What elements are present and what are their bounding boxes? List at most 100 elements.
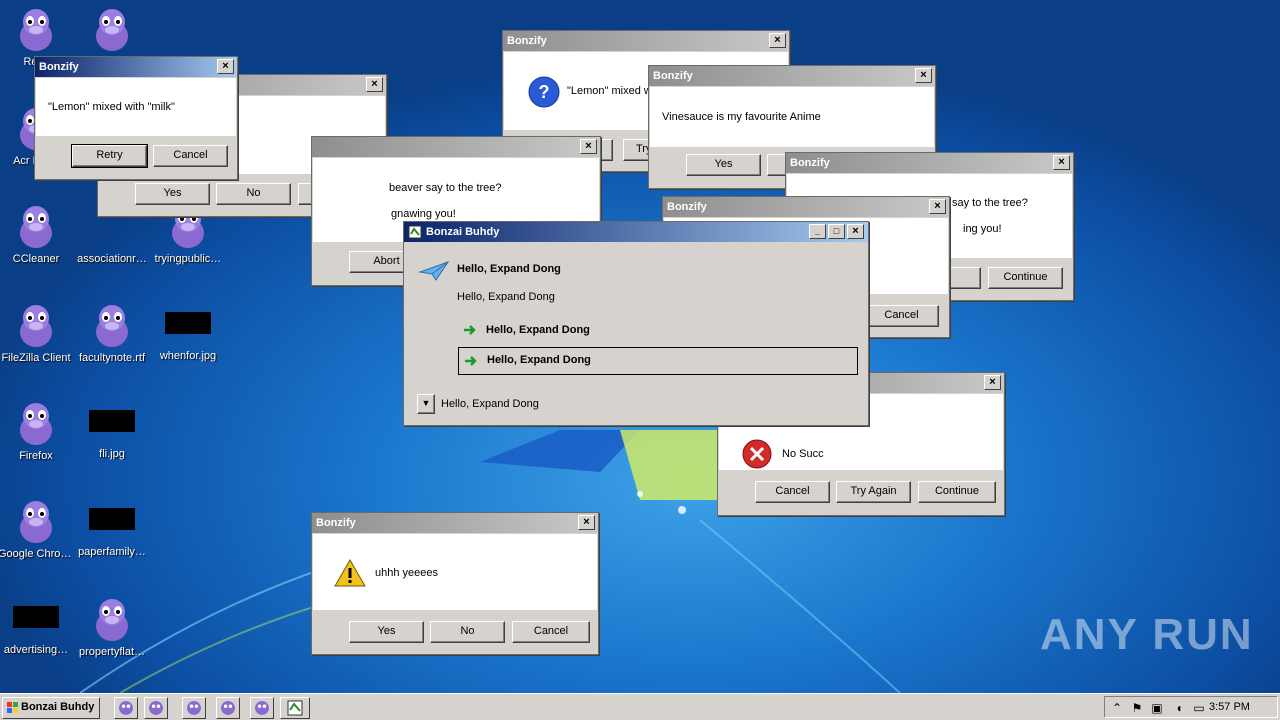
bonzi-icon xyxy=(187,701,201,715)
desktop-icon[interactable]: advertising… xyxy=(0,596,74,656)
bonzi-taskbar-button[interactable] xyxy=(216,697,240,719)
desktop-icon[interactable]: facultynote.rtf xyxy=(74,302,150,364)
cancel-button[interactable]: Cancel xyxy=(512,621,590,643)
dialog-title: Bonzify xyxy=(503,31,789,51)
start-button[interactable]: Bonzai Buhdy xyxy=(2,697,100,719)
bonzi-buddy-icon xyxy=(96,9,128,51)
taskbar: Bonzai Buhdy ⌃ ⚑ ▣ ◖ ▭ 3:57 PM xyxy=(0,693,1280,720)
desktop-icon[interactable]: whenfor.jpg xyxy=(150,302,226,362)
dialog-message-1: say to the tree? xyxy=(952,197,1028,209)
bonzi-taskbar-button[interactable] xyxy=(114,697,138,719)
desktop-icon[interactable]: Google Chrome xyxy=(0,498,74,560)
dialog-message: "Lemon" mixed w xyxy=(567,85,652,97)
command-link-1[interactable]: Hello, Expand Dong xyxy=(459,318,857,342)
dialog-title: Bonzify xyxy=(35,57,237,77)
close-button[interactable]: × xyxy=(217,59,234,74)
maximize-button[interactable]: □ xyxy=(828,224,845,239)
no-button[interactable]: No xyxy=(430,621,505,643)
close-button[interactable]: × xyxy=(366,77,383,92)
retry-button[interactable]: Retry xyxy=(71,144,148,168)
svg-text:?: ? xyxy=(539,82,550,102)
desktop-icon[interactable]: propertyflat… xyxy=(74,596,150,658)
try-again-button[interactable]: Try Again xyxy=(836,481,911,503)
bonzi-icon xyxy=(119,701,133,715)
yes-button[interactable]: Yes xyxy=(349,621,424,643)
close-button[interactable]: × xyxy=(847,224,864,239)
desktop-icon[interactable]: Firefox xyxy=(0,400,74,462)
app-icon xyxy=(408,225,422,239)
dialog-message-2: ing you! xyxy=(963,223,1002,235)
cancel-button[interactable]: Cancel xyxy=(153,145,228,167)
app-icon xyxy=(287,700,303,716)
bonzify-dialog-lemon: Bonzify × "Lemon" mixed with "milk" Retr… xyxy=(34,56,238,180)
desktop-icon[interactable]: paperfamily… xyxy=(74,498,150,558)
anyrun-watermark: ANY RUN xyxy=(1040,610,1254,659)
dialog-message-2: gnawing you! xyxy=(391,208,456,220)
dialog-title: Bonzify xyxy=(649,66,935,86)
bonzi-buddy-icon xyxy=(20,9,52,51)
yes-button[interactable]: Yes xyxy=(686,154,761,176)
continue-button[interactable]: Continue xyxy=(988,267,1063,289)
clock[interactable]: 3:57 PM xyxy=(1209,701,1250,713)
dialog-title: Bonzify xyxy=(663,197,949,217)
bonzi-buddy-icon xyxy=(20,206,52,248)
question-icon: ? xyxy=(528,76,560,108)
bonzi-icon xyxy=(221,701,235,715)
start-label: Bonzai Buhdy xyxy=(21,701,95,713)
paper-plane-icon xyxy=(418,261,450,281)
network-icon[interactable]: ▣ xyxy=(1149,701,1165,715)
close-button[interactable]: × xyxy=(1053,155,1070,170)
footer-text: Hello, Expand Dong xyxy=(441,398,539,410)
bonzi-icon xyxy=(255,701,269,715)
taskbar-app-button[interactable] xyxy=(280,697,310,719)
close-button[interactable]: × xyxy=(929,199,946,214)
cancel-button[interactable]: Cancel xyxy=(755,481,830,503)
desktop-icon-label: whenfor.jpg xyxy=(159,350,217,362)
volume-icon[interactable]: ◖ xyxy=(1171,701,1187,715)
desktop-icon[interactable] xyxy=(74,6,150,56)
command-link-2[interactable]: Hello, Expand Dong xyxy=(458,347,858,375)
desktop-icon[interactable]: fli.jpg xyxy=(74,400,150,460)
desktop-icon-label: advertising… xyxy=(3,644,69,656)
image-thumbnail xyxy=(165,312,211,334)
desktop-icon-label: tryingpublic… xyxy=(154,253,222,265)
desktop-icon-label: Firefox xyxy=(19,450,53,462)
close-button[interactable]: × xyxy=(769,33,786,48)
desktop-icon[interactable]: CCleaner xyxy=(0,203,74,265)
flag-icon[interactable]: ⚑ xyxy=(1129,701,1145,715)
desktop-icon-label: facultynote.rtf xyxy=(78,352,146,364)
no-button[interactable]: No xyxy=(216,183,291,205)
desktop-icon-label: CCleaner xyxy=(12,253,60,265)
image-thumbnail xyxy=(89,410,135,432)
bonzi-taskbar-button[interactable] xyxy=(144,697,168,719)
desktop-icon[interactable]: FileZilla Client xyxy=(0,302,74,364)
dialog-message: uhhh yeeees xyxy=(375,567,438,579)
windows-logo-icon xyxy=(7,702,18,713)
dialog-message: No Succ xyxy=(782,448,824,460)
close-button[interactable]: × xyxy=(915,68,932,83)
cancel-button[interactable]: Cancel xyxy=(864,305,939,327)
yes-button[interactable]: Yes xyxy=(135,183,210,205)
expand-details-button[interactable]: ▼ xyxy=(417,394,435,414)
bonzi-taskbar-button[interactable] xyxy=(250,697,274,719)
bonzi-buddy-icon xyxy=(20,305,52,347)
dialog-subtext: Hello, Expand Dong xyxy=(457,291,555,303)
image-thumbnail xyxy=(13,606,59,628)
continue-button[interactable]: Continue xyxy=(918,481,996,503)
green-arrow-icon xyxy=(464,325,476,335)
close-button[interactable]: × xyxy=(580,139,597,154)
dialog-message: "Lemon" mixed with "milk" xyxy=(48,101,175,113)
bonzi-buddy-icon xyxy=(20,501,52,543)
show-hidden-icons-icon[interactable]: ⌃ xyxy=(1109,701,1125,715)
warning-icon xyxy=(334,558,366,587)
bonzi-buddy-icon xyxy=(96,599,128,641)
dialog-title: Bonzai Buhdy xyxy=(404,222,868,242)
close-button[interactable]: × xyxy=(578,515,595,530)
bonzi-taskbar-button[interactable] xyxy=(182,697,206,719)
display-icon[interactable]: ▭ xyxy=(1191,701,1207,715)
bonzi-icon xyxy=(149,701,163,715)
close-button[interactable]: × xyxy=(984,375,1001,390)
desktop-icon-label: associationr… xyxy=(77,253,147,265)
bonzai-buhdy-dialog: Bonzai Buhdy _ □ × Hello, Expand Dong He… xyxy=(403,221,869,426)
minimize-button[interactable]: _ xyxy=(809,224,826,239)
